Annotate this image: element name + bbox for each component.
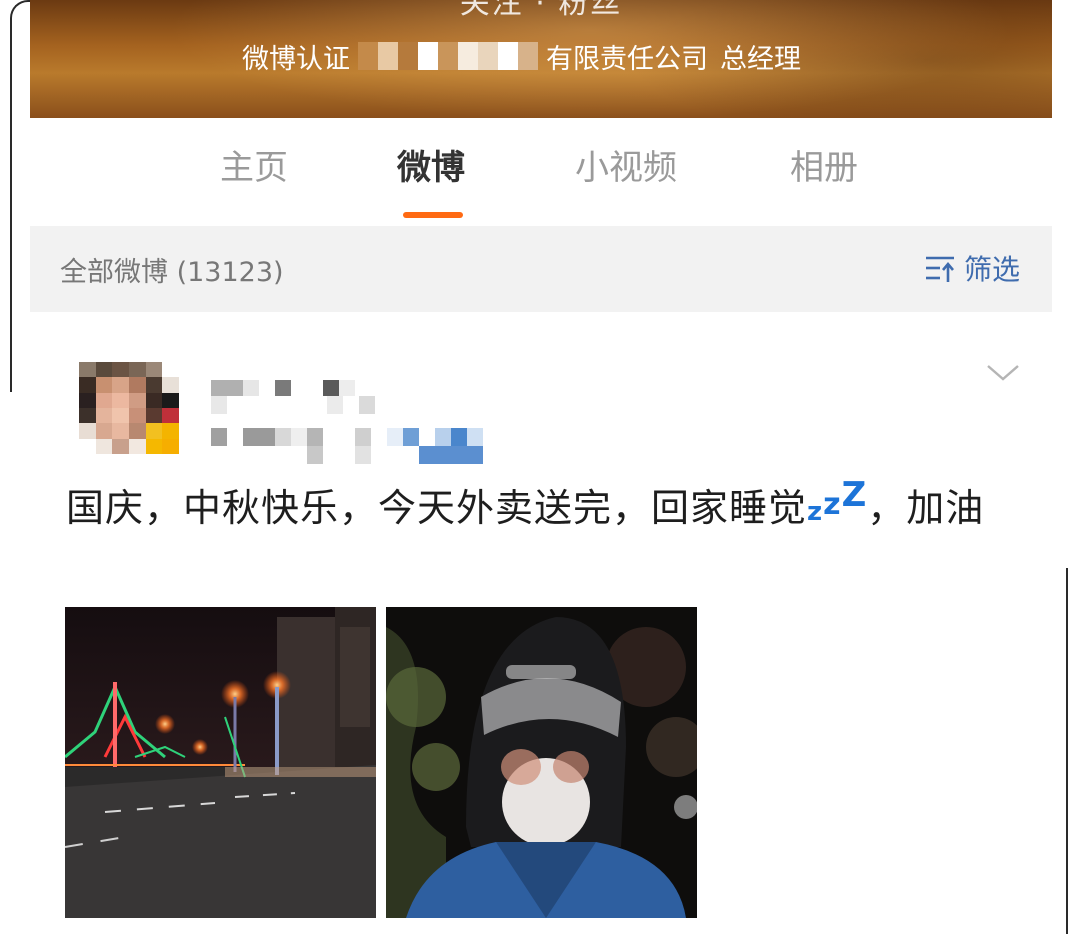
tab-home[interactable]: 主页 [220, 140, 288, 189]
tab-album[interactable]: 相册 [790, 140, 858, 189]
profile-tabs: 主页 微博 小视频 相册 [30, 140, 1052, 220]
helmet-selfie-photo [386, 607, 697, 918]
redacted-company-name [358, 39, 538, 73]
post-text-end: ，加油 [867, 486, 985, 530]
sleeping-zzz-icon: zzZ [807, 475, 868, 527]
post-count: 全部微博 (13123) [60, 257, 284, 288]
chevron-down-icon[interactable] [986, 360, 1020, 384]
verify-label: 微博认证 [242, 43, 350, 75]
frame-edge [1066, 568, 1068, 934]
username-redacted-row2 [211, 396, 375, 414]
verify-title: 总经理 [720, 43, 801, 75]
profile-banner: 关注 · 粉丝 微博认证 有限责任公司 总经理 [30, 0, 1052, 118]
profile-stats: 关注 · 粉丝 [459, 0, 623, 21]
post-content: 国庆，中秋快乐，今天外卖送完，回家睡觉zzZ，加油 [66, 475, 1006, 540]
avatar[interactable] [79, 362, 179, 454]
sort-filter-icon [925, 256, 954, 282]
night-bridge-photo [65, 607, 376, 918]
filter-button[interactable]: 筛选 [924, 248, 1020, 288]
frame-edge [10, 0, 32, 392]
tab-short-video[interactable]: 小视频 [575, 140, 677, 189]
post-text-main: 国庆，中秋快乐，今天外卖送完，回家睡觉 [66, 486, 808, 530]
tab-weibo[interactable]: 微博 [397, 140, 465, 189]
post-image-night-bridge[interactable] [65, 607, 376, 918]
verification-line: 微博认证 有限责任公司 总经理 [242, 36, 801, 76]
post-meta-redacted [211, 428, 483, 446]
company-suffix: 有限责任公司 [546, 43, 708, 75]
filter-label: 筛选 [963, 253, 1020, 286]
post-meta-redacted-row2 [211, 446, 483, 464]
filter-bar: 全部微博 (13123) 筛选 [30, 226, 1052, 312]
post-image-helmet-selfie[interactable] [386, 607, 697, 918]
active-tab-indicator [403, 212, 463, 218]
